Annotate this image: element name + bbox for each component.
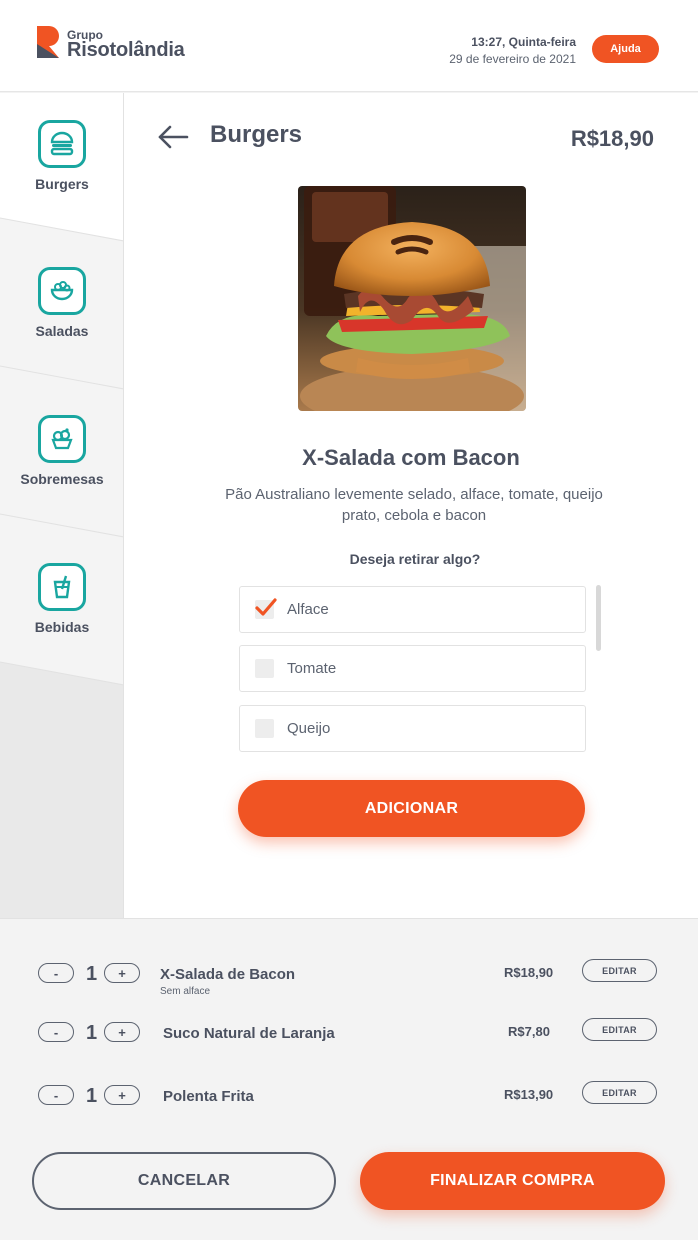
current-date: 29 de fevereiro de 2021 <box>449 52 576 66</box>
brand-name: Risotolândia <box>67 39 185 61</box>
option-label: Queijo <box>287 720 331 737</box>
product-name: X-Salada com Bacon <box>302 445 520 470</box>
edit-item-button[interactable]: EDITAR <box>582 1081 657 1104</box>
checkbox-checked[interactable] <box>255 598 277 619</box>
finish-purchase-button[interactable]: FINALIZAR COMPRA <box>360 1152 665 1210</box>
item-price: R$18,90 <box>504 965 554 980</box>
sidebar-item-saladas[interactable]: Saladas <box>0 267 123 339</box>
remove-question: Deseja retirar algo? <box>349 551 481 567</box>
burger-icon <box>38 120 86 168</box>
product-price: R$18,90 <box>570 126 654 151</box>
increase-qty-button[interactable]: + <box>104 963 140 983</box>
item-quantity: 1 <box>86 963 98 985</box>
checkbox-unchecked[interactable] <box>255 719 274 738</box>
sidebar-item-label: Saladas <box>35 323 89 339</box>
decrease-qty-button[interactable]: - <box>38 1085 74 1105</box>
cart-row: - 1 + X-Salada de Bacon Sem alface R$18,… <box>0 955 698 997</box>
header: Grupo Risotolândia 13:27, Quinta-feira 2… <box>0 0 698 92</box>
options-scrollbar[interactable] <box>596 585 601 651</box>
back-arrow-icon[interactable] <box>157 123 189 151</box>
decrease-qty-button[interactable]: - <box>38 963 74 983</box>
brand-logo[interactable]: Grupo Risotolândia <box>37 26 191 66</box>
product-panel: Burgers R$18,90 X-Salada com Bacon Pão A… <box>124 93 698 918</box>
checkbox-unchecked[interactable] <box>255 659 274 678</box>
sidebar-item-label: Sobremesas <box>20 471 104 487</box>
help-button[interactable]: Ajuda <box>592 35 659 63</box>
sidebar-item-sobremesas[interactable]: Sobremesas <box>0 415 123 487</box>
page-title: Burgers <box>210 121 303 148</box>
product-description: Pão Australiano levemente selado, alface… <box>225 486 603 524</box>
item-note: Sem alface <box>160 986 211 997</box>
sidebar-background <box>0 93 123 686</box>
increase-qty-button[interactable]: + <box>104 1022 140 1042</box>
cart-row: - 1 + Suco Natural de Laranja R$7,80 EDI… <box>0 1014 698 1054</box>
edit-item-button[interactable]: EDITAR <box>582 959 657 982</box>
salad-icon <box>38 267 86 315</box>
cancel-button[interactable]: CANCELAR <box>32 1152 336 1210</box>
check-icon <box>255 598 277 616</box>
option-tomate[interactable]: Tomate <box>239 645 586 692</box>
item-name: Polenta Frita <box>163 1088 254 1105</box>
add-button[interactable]: ADICIONAR <box>238 780 585 837</box>
item-name: Suco Natural de Laranja <box>163 1025 335 1042</box>
sidebar-item-burgers[interactable]: Burgers <box>0 120 123 192</box>
product-image <box>298 186 526 411</box>
option-label: Tomate <box>287 660 337 677</box>
category-sidebar: Burgers Saladas Sobremesas Bebidas <box>0 93 124 918</box>
sidebar-item-bebidas[interactable]: Bebidas <box>0 563 123 635</box>
current-time: 13:27, Quinta-feira <box>471 35 576 49</box>
option-label: Alface <box>287 601 329 618</box>
brand-logo-icon <box>37 26 59 58</box>
item-price: R$13,90 <box>504 1087 554 1102</box>
option-alface[interactable]: Alface <box>239 586 586 633</box>
item-price: R$7,80 <box>508 1024 550 1039</box>
edit-item-button[interactable]: EDITAR <box>582 1018 657 1041</box>
item-quantity: 1 <box>86 1022 98 1044</box>
drink-icon <box>38 563 86 611</box>
cart-panel: - 1 + X-Salada de Bacon Sem alface R$18,… <box>0 918 698 1240</box>
cart-row: - 1 + Polenta Frita R$13,90 EDITAR <box>0 1077 698 1117</box>
item-name: X-Salada de Bacon <box>160 966 296 983</box>
datetime: 13:27, Quinta-feira 29 de fevereiro de 2… <box>449 35 576 66</box>
increase-qty-button[interactable]: + <box>104 1085 140 1105</box>
option-queijo[interactable]: Queijo <box>239 705 586 752</box>
sidebar-item-label: Burgers <box>35 176 89 192</box>
sidebar-item-label: Bebidas <box>34 619 90 635</box>
item-quantity: 1 <box>86 1085 98 1107</box>
decrease-qty-button[interactable]: - <box>38 1022 74 1042</box>
dessert-icon <box>38 415 86 463</box>
